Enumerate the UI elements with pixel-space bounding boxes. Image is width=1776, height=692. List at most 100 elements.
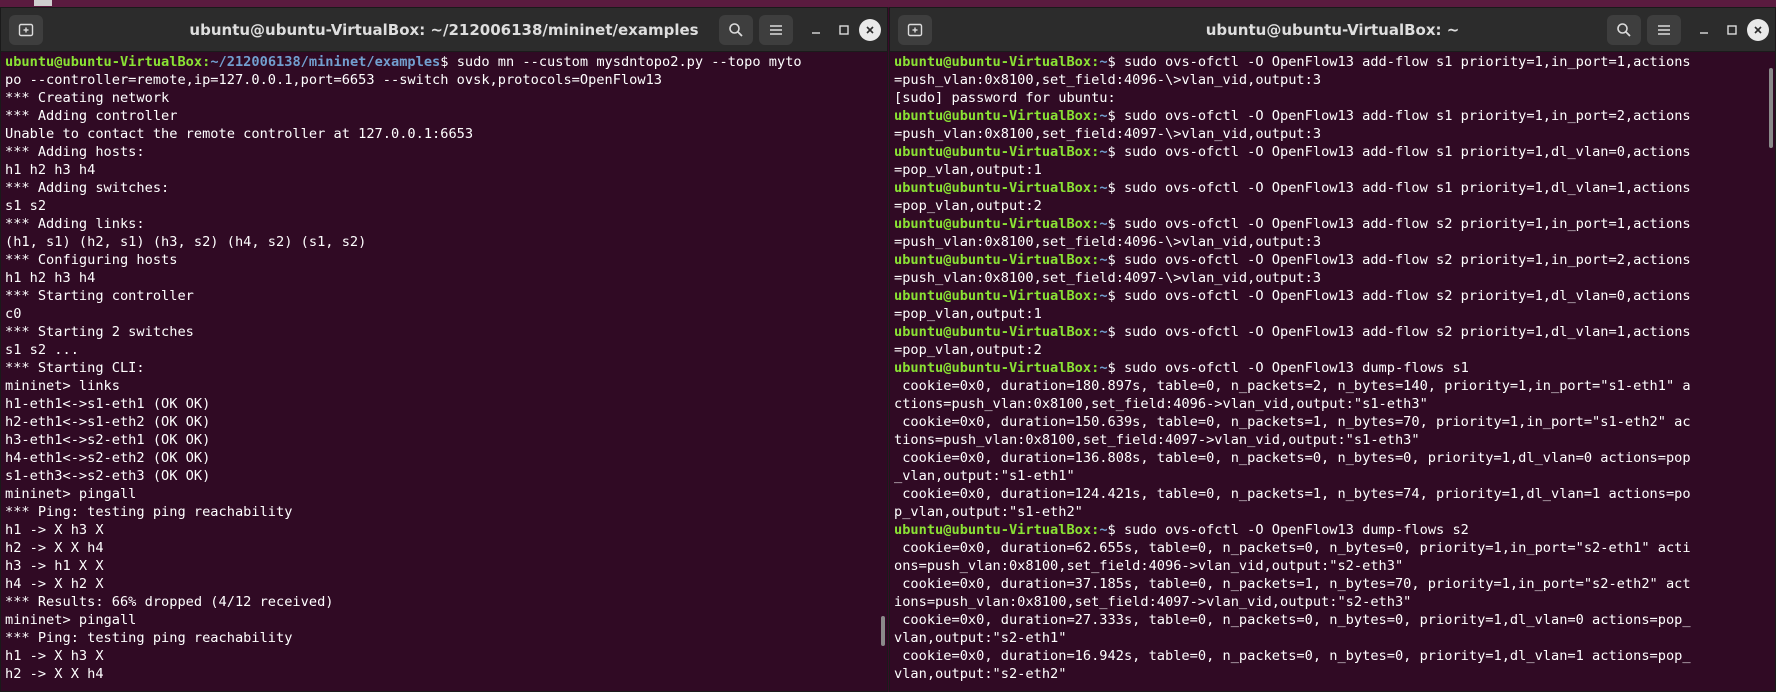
prompt-path: ~ [1099, 360, 1108, 376]
terminal-line: =push_vlan:0x8100,set_field:4097-\>vlan_… [894, 125, 1765, 143]
window-title: ubuntu@ubuntu-VirtualBox: ~/212006138/mi… [189, 21, 699, 39]
maximize-icon [1727, 25, 1737, 35]
terminal-line: p_vlan,output:"s1-eth2" [894, 503, 1765, 521]
prompt-user: ubuntu@ubuntu-VirtualBox [894, 324, 1092, 340]
terminal-output-left[interactable]: ubuntu@ubuntu-VirtualBox:~/212006138/min… [5, 53, 877, 691]
scrollbar-left[interactable] [881, 616, 885, 646]
maximize-button[interactable] [833, 19, 855, 41]
terminal-line: vlan,output:"s2-eth2" [894, 665, 1765, 683]
terminal-line: s1 s2 ... [5, 341, 877, 359]
close-icon [866, 26, 874, 34]
terminal-window-left[interactable]: ubuntu@ubuntu-VirtualBox: ~/212006138/mi… [0, 7, 888, 692]
prompt-path: ~ [1099, 252, 1108, 268]
terminal-line: *** Ping: testing ping reachability [5, 503, 877, 521]
prompt-user: ubuntu@ubuntu-VirtualBox [894, 54, 1092, 70]
terminal-line: h3 -> h1 X X [5, 557, 877, 575]
minimize-button[interactable] [805, 19, 827, 41]
line-text: h4-eth1<->s2-eth2 (OK OK) [5, 450, 211, 466]
line-text: $ sudo ovs-ofctl -O OpenFlow13 dump-flow… [1107, 360, 1469, 376]
line-text: $ sudo ovs-ofctl -O OpenFlow13 add-flow … [1107, 252, 1691, 268]
prompt-user: ubuntu@ubuntu-VirtualBox [894, 108, 1092, 124]
line-text: Unable to contact the remote controller … [5, 126, 474, 142]
terminal-line: =pop_vlan,output:1 [894, 161, 1765, 179]
terminal-line: ubuntu@ubuntu-VirtualBox:~$ sudo ovs-ofc… [894, 287, 1765, 305]
line-text: $ sudo ovs-ofctl -O OpenFlow13 add-flow … [1107, 324, 1691, 340]
new-tab-button[interactable] [9, 15, 43, 45]
line-text: =pop_vlan,output:2 [894, 198, 1042, 214]
terminal-line: *** Starting 2 switches [5, 323, 877, 341]
line-text: h3 -> h1 X X [5, 558, 104, 574]
line-text: *** Adding switches: [5, 180, 170, 196]
line-text: *** Starting controller [5, 288, 194, 304]
terminal-line: h2 -> X X h4 [5, 665, 877, 683]
line-text: h2 -> X X h4 [5, 666, 104, 682]
terminal-line: (h1, s1) (h2, s1) (h3, s2) (h4, s2) (s1,… [5, 233, 877, 251]
terminal-line: vlan,output:"s2-eth1" [894, 629, 1765, 647]
minimize-button[interactable] [1693, 19, 1715, 41]
terminal-line: ubuntu@ubuntu-VirtualBox:~$ sudo ovs-ofc… [894, 521, 1765, 539]
prompt-path: ~ [1099, 324, 1108, 340]
line-text: =push_vlan:0x8100,set_field:4097-\>vlan_… [894, 126, 1322, 142]
close-button[interactable] [1747, 19, 1769, 41]
line-text: ctions=push_vlan:0x8100,set_field:4096->… [894, 396, 1428, 412]
titlebar-left[interactable]: ubuntu@ubuntu-VirtualBox: ~/212006138/mi… [1, 8, 887, 52]
terminal-line: ubuntu@ubuntu-VirtualBox:~$ sudo ovs-ofc… [894, 179, 1765, 197]
terminal-line: _vlan,output:"s1-eth1" [894, 467, 1765, 485]
prompt-path: ~/212006138/mininet/examples [210, 54, 441, 70]
terminal-line: *** Results: 66% dropped (4/12 received) [5, 593, 877, 611]
maximize-icon [839, 25, 849, 35]
line-text: *** Configuring hosts [5, 252, 178, 268]
line-text: cookie=0x0, duration=150.639s, table=0, … [894, 414, 1691, 430]
terminal-line: cookie=0x0, duration=62.655s, table=0, n… [894, 539, 1765, 557]
terminal-line: h4 -> X h2 X [5, 575, 877, 593]
search-button[interactable] [1607, 15, 1641, 45]
prompt-user: ubuntu@ubuntu-VirtualBox [894, 216, 1092, 232]
terminal-line: h2 -> X X h4 [5, 539, 877, 557]
terminal-output-right[interactable]: ubuntu@ubuntu-VirtualBox:~$ sudo ovs-ofc… [894, 53, 1765, 691]
scrollbar-right[interactable] [1769, 68, 1773, 148]
line-text: =pop_vlan,output:2 [894, 342, 1042, 358]
terminal-line: s1-eth3<->s2-eth3 (OK OK) [5, 467, 877, 485]
prompt-user: ubuntu@ubuntu-VirtualBox [5, 54, 203, 70]
new-tab-button[interactable] [898, 15, 932, 45]
line-text: s1 s2 [5, 198, 47, 214]
line-text: $ sudo mn --custom mysdntopo2.py --topo … [440, 54, 802, 70]
line-text: vlan,output:"s2-eth2" [894, 666, 1067, 682]
new-tab-icon [18, 23, 34, 37]
terminal-window-right[interactable]: ubuntu@ubuntu-VirtualBox: ~ ubuntu@ubunt… [889, 7, 1776, 692]
prompt-user: ubuntu@ubuntu-VirtualBox [894, 252, 1092, 268]
minimize-icon [812, 32, 820, 34]
maximize-button[interactable] [1721, 19, 1743, 41]
line-text: *** Ping: testing ping reachability [5, 504, 293, 520]
line-text: h2-eth1<->s1-eth2 (OK OK) [5, 414, 211, 430]
terminal-line: =push_vlan:0x8100,set_field:4096-\>vlan_… [894, 233, 1765, 251]
line-text: h1 -> X h3 X [5, 648, 104, 664]
prompt-user: ubuntu@ubuntu-VirtualBox [894, 144, 1092, 160]
terminal-line: =push_vlan:0x8100,set_field:4097-\>vlan_… [894, 269, 1765, 287]
search-button[interactable] [719, 15, 753, 45]
line-text: $ sudo ovs-ofctl -O OpenFlow13 dump-flow… [1107, 522, 1469, 538]
close-button[interactable] [859, 19, 881, 41]
line-text: =pop_vlan,output:1 [894, 306, 1042, 322]
terminal-line: *** Adding hosts: [5, 143, 877, 161]
menu-button[interactable] [759, 15, 793, 45]
line-text: vlan,output:"s2-eth1" [894, 630, 1067, 646]
terminal-line: h3-eth1<->s2-eth1 (OK OK) [5, 431, 877, 449]
search-icon [1617, 23, 1631, 37]
line-text: $ sudo ovs-ofctl -O OpenFlow13 add-flow … [1107, 108, 1691, 124]
line-text: mininet> links [5, 378, 120, 394]
line-text: h2 -> X X h4 [5, 540, 104, 556]
titlebar-right[interactable]: ubuntu@ubuntu-VirtualBox: ~ [890, 8, 1775, 52]
line-text: *** Starting CLI: [5, 360, 145, 376]
line-text: ions=push_vlan:0x8100,set_field:4097->vl… [894, 594, 1412, 610]
terminal-line: ubuntu@ubuntu-VirtualBox:~$ sudo ovs-ofc… [894, 107, 1765, 125]
terminal-line: *** Ping: testing ping reachability [5, 629, 877, 647]
line-text: s1-eth3<->s2-eth3 (OK OK) [5, 468, 211, 484]
line-text: cookie=0x0, duration=27.333s, table=0, n… [894, 612, 1691, 628]
terminal-line: ubuntu@ubuntu-VirtualBox:~$ sudo ovs-ofc… [894, 53, 1765, 71]
line-text: $ sudo ovs-ofctl -O OpenFlow13 add-flow … [1107, 180, 1691, 196]
line-text: h1 h2 h3 h4 [5, 162, 96, 178]
line-text: =push_vlan:0x8100,set_field:4096-\>vlan_… [894, 72, 1322, 88]
terminal-line: tions=push_vlan:0x8100,set_field:4097->v… [894, 431, 1765, 449]
menu-button[interactable] [1647, 15, 1681, 45]
